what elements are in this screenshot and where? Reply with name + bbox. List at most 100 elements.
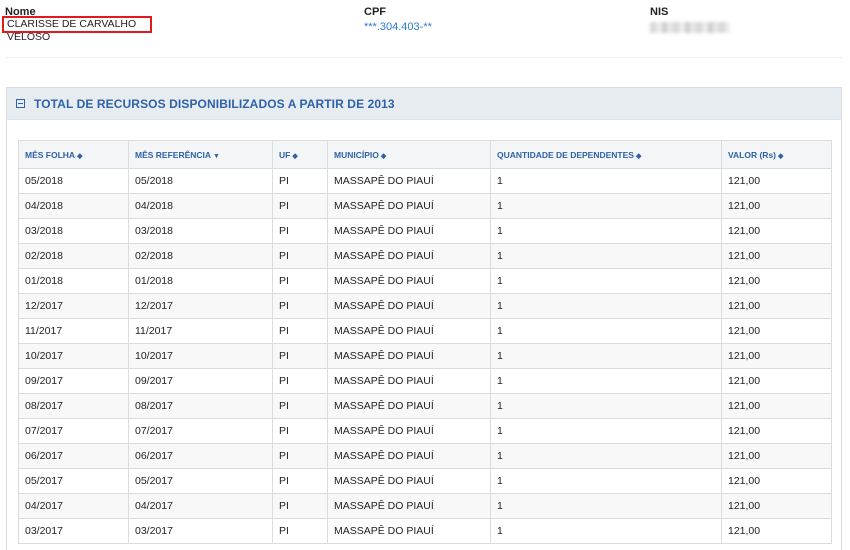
panel-header[interactable]: TOTAL DE RECURSOS DISPONIBILIZADOS A PAR… — [7, 88, 841, 120]
cell-mes-folha: 07/2017 — [18, 418, 129, 444]
cell-mes-referencia: 11/2017 — [128, 318, 273, 344]
cell-quantidade-dependentes: 1 — [490, 418, 722, 444]
nome-value: CLARISSE DE CARVALHO VELOSO — [2, 16, 152, 43]
cell-municipio: MASSAPÊ DO PIAUÍ — [327, 168, 491, 194]
cell-uf: PI — [272, 368, 328, 394]
cell-municipio: MASSAPÊ DO PIAUÍ — [327, 368, 491, 394]
table-row: 05/2017 05/2017 PI MASSAPÊ DO PIAUÍ 1 121,00 — [18, 468, 832, 494]
beneficiary-info: Nome CLARISSE DE CARVALHO VELOSO CPF ***… — [0, 0, 850, 43]
sort-icon[interactable]: ◆ — [381, 153, 386, 160]
cell-quantidade-dependentes: 1 — [490, 518, 722, 544]
column-header-municipio[interactable]: MUNICÍPIO ◆ — [327, 140, 491, 169]
column-header-valor[interactable]: VALOR (Rs) ◆ — [721, 140, 832, 169]
cell-municipio: MASSAPÊ DO PIAUÍ — [327, 518, 491, 544]
cell-uf: PI — [272, 493, 328, 519]
cell-mes-referencia: 05/2017 — [128, 468, 273, 494]
table-header-row: MÊS FOLHA ◆ MÊS REFERÊNCIA ▼ UF ◆ MUNICÍPIO… — [18, 140, 832, 169]
table-row: 12/2017 12/2017 PI MASSAPÊ DO PIAUÍ 1 121,00 — [18, 293, 832, 319]
cpf-block: CPF ***.304.403-** — [364, 6, 432, 34]
cell-mes-referencia: 05/2018 — [128, 168, 273, 194]
cell-valor: 121,00 — [721, 468, 832, 494]
cell-mes-folha: 04/2017 — [18, 493, 129, 519]
cell-quantidade-dependentes: 1 — [490, 318, 722, 344]
cpf-value: ***.304.403-** — [364, 21, 432, 33]
cell-mes-referencia: 08/2017 — [128, 393, 273, 419]
cell-quantidade-dependentes: 1 — [490, 368, 722, 394]
cell-valor: 121,00 — [721, 518, 832, 544]
cell-valor: 121,00 — [721, 293, 832, 319]
cell-municipio: MASSAPÊ DO PIAUÍ — [327, 243, 491, 269]
column-header-uf[interactable]: UF ◆ — [272, 140, 328, 169]
cell-mes-referencia: 07/2017 — [128, 418, 273, 444]
cell-mes-folha: 01/2018 — [18, 268, 129, 294]
cell-quantidade-dependentes: 1 — [490, 243, 722, 269]
cell-municipio: MASSAPÊ DO PIAUÍ — [327, 293, 491, 319]
cell-valor: 121,00 — [721, 368, 832, 394]
cell-quantidade-dependentes: 1 — [490, 293, 722, 319]
column-header-label: MÊS FOLHA — [25, 149, 76, 160]
cell-mes-referencia: 04/2018 — [128, 193, 273, 219]
cell-valor: 121,00 — [721, 193, 832, 219]
cell-municipio: MASSAPÊ DO PIAUÍ — [327, 318, 491, 344]
cell-mes-referencia: 12/2017 — [128, 293, 273, 319]
cell-mes-folha: 08/2017 — [18, 393, 129, 419]
table-row: 07/2017 07/2017 PI MASSAPÊ DO PIAUÍ 1 121,00 — [18, 418, 832, 444]
cell-mes-referencia: 03/2018 — [128, 218, 273, 244]
column-header-mes-referencia[interactable]: MÊS REFERÊNCIA ▼ — [128, 140, 273, 169]
sort-icon[interactable]: ◆ — [778, 153, 783, 160]
sort-icon[interactable]: ◆ — [636, 153, 641, 160]
sort-desc-icon[interactable]: ▼ — [213, 153, 220, 160]
cell-mes-folha: 05/2017 — [18, 468, 129, 494]
cell-valor: 121,00 — [721, 168, 832, 194]
cell-municipio: MASSAPÊ DO PIAUÍ — [327, 218, 491, 244]
cell-mes-folha: 02/2018 — [18, 243, 129, 269]
cell-uf: PI — [272, 218, 328, 244]
resources-panel: TOTAL DE RECURSOS DISPONIBILIZADOS A PAR… — [6, 87, 842, 550]
cell-valor: 121,00 — [721, 343, 832, 369]
cell-uf: PI — [272, 268, 328, 294]
cell-uf: PI — [272, 168, 328, 194]
table-row: 02/2018 02/2018 PI MASSAPÊ DO PIAUÍ 1 121,00 — [18, 243, 832, 269]
table-row: 04/2017 04/2017 PI MASSAPÊ DO PIAUÍ 1 121,00 — [18, 493, 832, 519]
cell-municipio: MASSAPÊ DO PIAUÍ — [327, 443, 491, 469]
cell-mes-folha: 05/2018 — [18, 168, 129, 194]
cell-valor: 121,00 — [721, 218, 832, 244]
cell-mes-referencia: 01/2018 — [128, 268, 273, 294]
cell-uf: PI — [272, 393, 328, 419]
minus-square-icon[interactable] — [16, 99, 25, 108]
cell-valor: 121,00 — [721, 418, 832, 444]
cell-municipio: MASSAPÊ DO PIAUÍ — [327, 193, 491, 219]
cell-valor: 121,00 — [721, 443, 832, 469]
cell-mes-folha: 09/2017 — [18, 368, 129, 394]
cell-mes-referencia: 06/2017 — [128, 443, 273, 469]
cell-quantidade-dependentes: 1 — [490, 343, 722, 369]
cell-municipio: MASSAPÊ DO PIAUÍ — [327, 268, 491, 294]
cell-mes-folha: 11/2017 — [18, 318, 129, 344]
column-header-quantidade-dependentes[interactable]: QUANTIDADE DE DEPENDENTES ◆ — [490, 140, 722, 169]
cell-mes-folha: 04/2018 — [18, 193, 129, 219]
cell-uf: PI — [272, 443, 328, 469]
column-header-mes-folha[interactable]: MÊS FOLHA ◆ — [18, 140, 129, 169]
cell-quantidade-dependentes: 1 — [490, 168, 722, 194]
cell-mes-folha: 06/2017 — [18, 443, 129, 469]
nis-label: NIS — [650, 6, 669, 18]
cell-uf: PI — [272, 193, 328, 219]
cell-mes-folha: 10/2017 — [18, 343, 129, 369]
cell-uf: PI — [272, 418, 328, 444]
cell-quantidade-dependentes: 1 — [490, 268, 722, 294]
table-row: 04/2018 04/2018 PI MASSAPÊ DO PIAUÍ 1 121,00 — [18, 193, 832, 219]
table-row: 05/2018 05/2018 PI MASSAPÊ DO PIAUÍ 1 121,00 — [18, 168, 832, 194]
cell-uf: PI — [272, 293, 328, 319]
sort-icon[interactable]: ◆ — [292, 153, 297, 160]
cell-uf: PI — [272, 318, 328, 344]
cell-municipio: MASSAPÊ DO PIAUÍ — [327, 393, 491, 419]
cell-uf: PI — [272, 343, 328, 369]
table-row: 10/2017 10/2017 PI MASSAPÊ DO PIAUÍ 1 121,00 — [18, 343, 832, 369]
table-row: 08/2017 08/2017 PI MASSAPÊ DO PIAUÍ 1 121,00 — [18, 393, 832, 419]
cell-mes-folha: 12/2017 — [18, 293, 129, 319]
cell-quantidade-dependentes: 1 — [490, 218, 722, 244]
sort-icon[interactable]: ◆ — [77, 153, 82, 160]
panel-title: TOTAL DE RECURSOS DISPONIBILIZADOS A PAR… — [34, 96, 395, 111]
table-row: 06/2017 06/2017 PI MASSAPÊ DO PIAUÍ 1 121,00 — [18, 443, 832, 469]
nis-block: NIS — [650, 6, 730, 38]
